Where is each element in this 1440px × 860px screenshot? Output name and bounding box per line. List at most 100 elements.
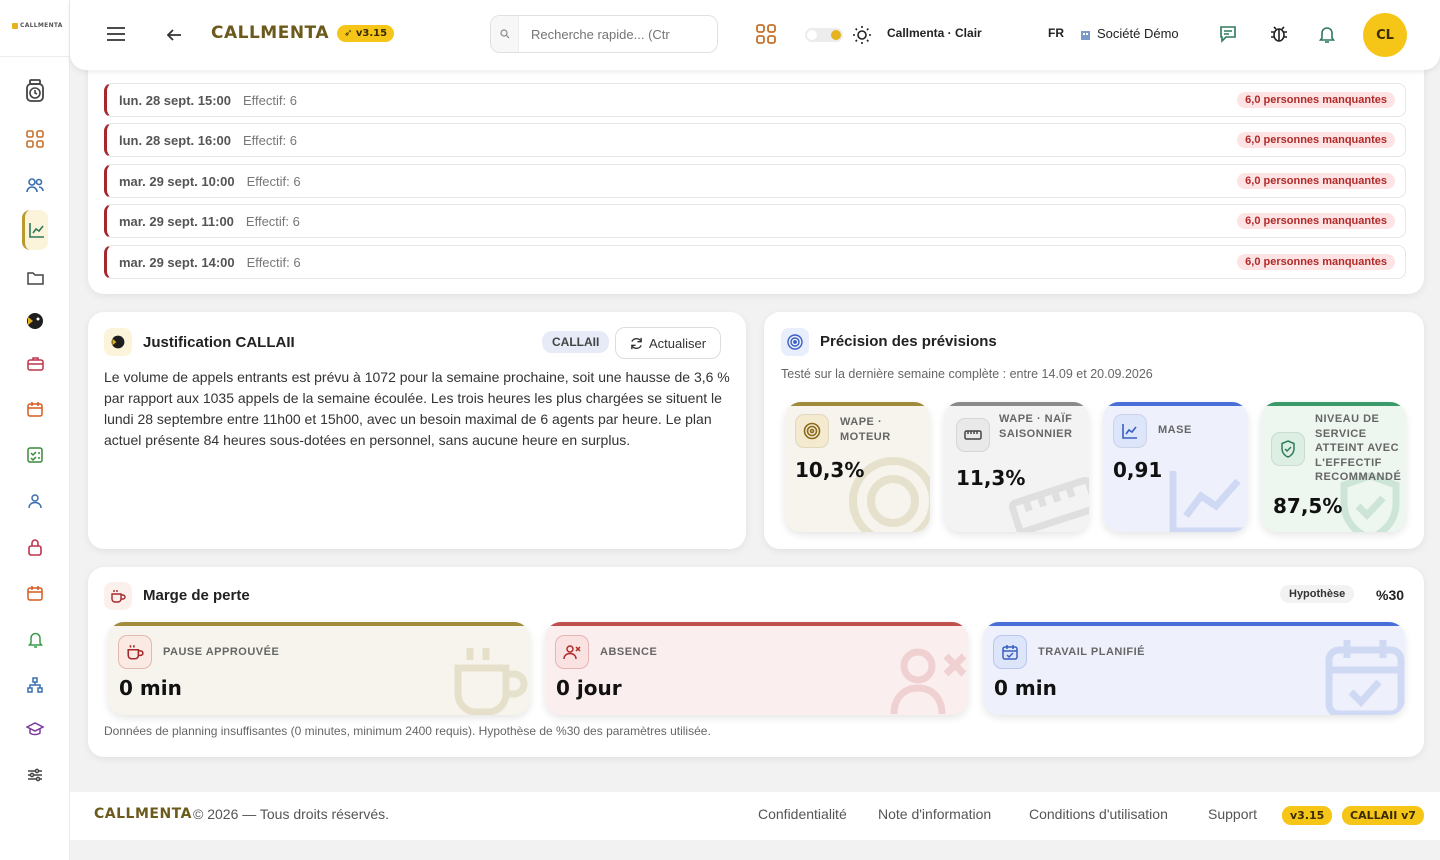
theme-toggle[interactable] bbox=[805, 28, 843, 42]
chart-line-icon bbox=[1113, 414, 1147, 448]
chat-button[interactable] bbox=[1219, 25, 1237, 43]
shortage-row[interactable]: mar. 29 sept. 10:00 Effectif: 6 6,0 person… bbox=[104, 164, 1406, 198]
loss-value: 0 min bbox=[994, 676, 1057, 700]
company-selector[interactable]: Société Démo bbox=[1080, 26, 1179, 41]
row-effectif: Effectif: 6 bbox=[246, 254, 301, 270]
metric-wape-naif: WAPE · NAÏF SAISONNIER 11,3% bbox=[944, 402, 1089, 532]
sidebar-item-files[interactable] bbox=[22, 264, 48, 290]
refresh-button[interactable]: Actualiser bbox=[615, 327, 722, 359]
sidebar-item-training[interactable] bbox=[22, 716, 48, 742]
sidebar-item-user[interactable] bbox=[22, 488, 48, 514]
sidebar-item-analytics[interactable] bbox=[22, 210, 48, 250]
sidebar-item-dashboard[interactable] bbox=[22, 126, 48, 152]
chat-icon bbox=[1220, 26, 1236, 43]
shield-check-icon bbox=[1271, 432, 1305, 466]
footer-ai-badge: CALLAII v7 bbox=[1342, 806, 1424, 825]
sidebar-item-checklist[interactable] bbox=[22, 442, 48, 468]
sidebar-item-schedule[interactable] bbox=[22, 580, 48, 606]
loss-margin-card: Marge de perte Hypothèse %30 PAUSE APPRO… bbox=[88, 567, 1424, 757]
sidebar-item-org[interactable] bbox=[22, 672, 48, 698]
row-effectif: Effectif: 6 bbox=[243, 132, 297, 148]
precision-title: Précision des prévisions bbox=[820, 333, 997, 350]
shortage-badge: 6,0 personnes manquantes bbox=[1237, 254, 1395, 270]
shortage-row[interactable]: lun. 28 sept. 16:00 Effectif: 6 6,0 person… bbox=[104, 123, 1406, 157]
user-x-icon bbox=[555, 635, 589, 669]
sidebar: CALLMENTA bbox=[0, 0, 70, 860]
sidebar-item-ai[interactable] bbox=[22, 308, 48, 334]
shortage-row[interactable]: mar. 29 sept. 11:00 Effectif: 6 6,0 person… bbox=[104, 204, 1406, 238]
sidebar-item-team[interactable] bbox=[22, 172, 48, 198]
coffee-icon bbox=[104, 582, 132, 610]
row-time: lun. 28 sept. 16:00 bbox=[119, 132, 231, 148]
search-button[interactable] bbox=[491, 16, 519, 52]
bug-icon bbox=[1271, 26, 1287, 42]
user-avatar[interactable]: CL bbox=[1363, 13, 1407, 57]
sidebar-item-jobs[interactable] bbox=[22, 350, 48, 376]
metric-value: 11,3% bbox=[956, 466, 1026, 490]
search-input[interactable] bbox=[519, 26, 709, 42]
ai-head-icon bbox=[27, 313, 43, 329]
hamburger-icon bbox=[107, 27, 125, 41]
apps-button[interactable] bbox=[756, 24, 776, 44]
footer-link-info-notice[interactable]: Note d'information bbox=[878, 806, 991, 822]
metric-wape-moteur: WAPE · MOTEUR 10,3% bbox=[785, 402, 930, 532]
lock-icon bbox=[28, 538, 42, 556]
row-effectif: Effectif: 6 bbox=[245, 213, 300, 229]
bell-icon bbox=[1319, 27, 1335, 43]
app-brand[interactable]: CALLMENTA bbox=[211, 23, 329, 43]
version-text: v3.15 bbox=[355, 27, 388, 39]
loss-margin-title: Marge de perte bbox=[143, 587, 250, 604]
sidebar-item-settings[interactable] bbox=[22, 762, 48, 788]
shortage-row[interactable]: lun. 28 sept. 15:00 Effectif: 6 6,0 person… bbox=[104, 83, 1406, 117]
callaii-tag: CALLAII bbox=[542, 331, 610, 353]
calendar-icon bbox=[27, 402, 43, 417]
calendar-check-icon bbox=[993, 635, 1027, 669]
footer-link-terms[interactable]: Conditions d'utilisation bbox=[1029, 806, 1168, 822]
shortage-badge: 6,0 personnes manquantes bbox=[1237, 213, 1395, 229]
row-effectif: Effectif: 6 bbox=[246, 173, 301, 189]
logo-mark-icon bbox=[12, 22, 18, 29]
precision-card: Précision des prévisions Testé sur la de… bbox=[764, 312, 1424, 549]
target-icon bbox=[781, 328, 809, 356]
back-button[interactable] bbox=[166, 27, 182, 43]
shortage-row[interactable]: mar. 29 sept. 14:00 Effectif: 6 6,0 person… bbox=[104, 245, 1406, 279]
refresh-label: Actualiser bbox=[649, 335, 707, 351]
target-icon bbox=[795, 414, 829, 448]
shortage-badge: 6,0 personnes manquantes bbox=[1237, 92, 1395, 108]
footer-link-support[interactable]: Support bbox=[1208, 806, 1257, 822]
bug-report-button[interactable] bbox=[1269, 24, 1289, 44]
footer-link-privacy[interactable]: Confidentialité bbox=[758, 806, 847, 822]
coffee-watermark-icon bbox=[454, 648, 528, 715]
language-selector[interactable]: FR bbox=[1048, 26, 1064, 40]
theme-label[interactable]: Callmenta · Clair bbox=[887, 26, 982, 40]
company-name: Société Démo bbox=[1097, 26, 1179, 41]
main-area: CALLMENTA ➶ v3.15 Callmenta · Clair FR S… bbox=[70, 0, 1440, 860]
shortage-badge: 6,0 personnes manquantes bbox=[1237, 132, 1395, 148]
justification-text: Le volume de appels entrants est prévu à… bbox=[104, 369, 730, 448]
user-icon bbox=[28, 494, 42, 509]
users-icon bbox=[26, 178, 44, 193]
briefcase-icon bbox=[26, 356, 44, 371]
sidebar-item-timer[interactable] bbox=[22, 78, 48, 104]
hypothesis-badge: Hypothèse bbox=[1280, 585, 1355, 603]
hypothesis-value: %30 bbox=[1376, 587, 1405, 603]
footer: CALLMENTA © 2026 — Tous droits réservés.… bbox=[70, 792, 1440, 840]
sidebar-logo[interactable]: CALLMENTA bbox=[12, 22, 63, 29]
sidebar-item-calendar[interactable] bbox=[22, 396, 48, 422]
calendar-2-icon bbox=[27, 586, 43, 601]
calendar-watermark-icon bbox=[1325, 640, 1405, 715]
shortage-list-card: lun. 28 sept. 15:00 Effectif: 6 6,0 person… bbox=[88, 50, 1424, 294]
loss-label: TRAVAIL PLANIFIÉ bbox=[1038, 646, 1145, 658]
top-bar: CALLMENTA ➶ v3.15 Callmenta · Clair FR S… bbox=[70, 0, 1440, 70]
row-time: lun. 28 sept. 15:00 bbox=[119, 92, 231, 108]
arrow-left-icon bbox=[166, 29, 181, 41]
sidebar-item-notifications[interactable] bbox=[22, 626, 48, 652]
user-x-watermark-icon bbox=[890, 648, 967, 715]
notifications-button[interactable] bbox=[1319, 25, 1335, 43]
loss-value: 0 min bbox=[119, 676, 182, 700]
sidebar-item-lock[interactable] bbox=[22, 534, 48, 560]
metric-mase: MASE 0,91 bbox=[1103, 402, 1248, 532]
menu-button[interactable] bbox=[106, 26, 126, 42]
rocket-icon: ➶ bbox=[344, 27, 353, 39]
ai-head-icon bbox=[104, 328, 132, 356]
